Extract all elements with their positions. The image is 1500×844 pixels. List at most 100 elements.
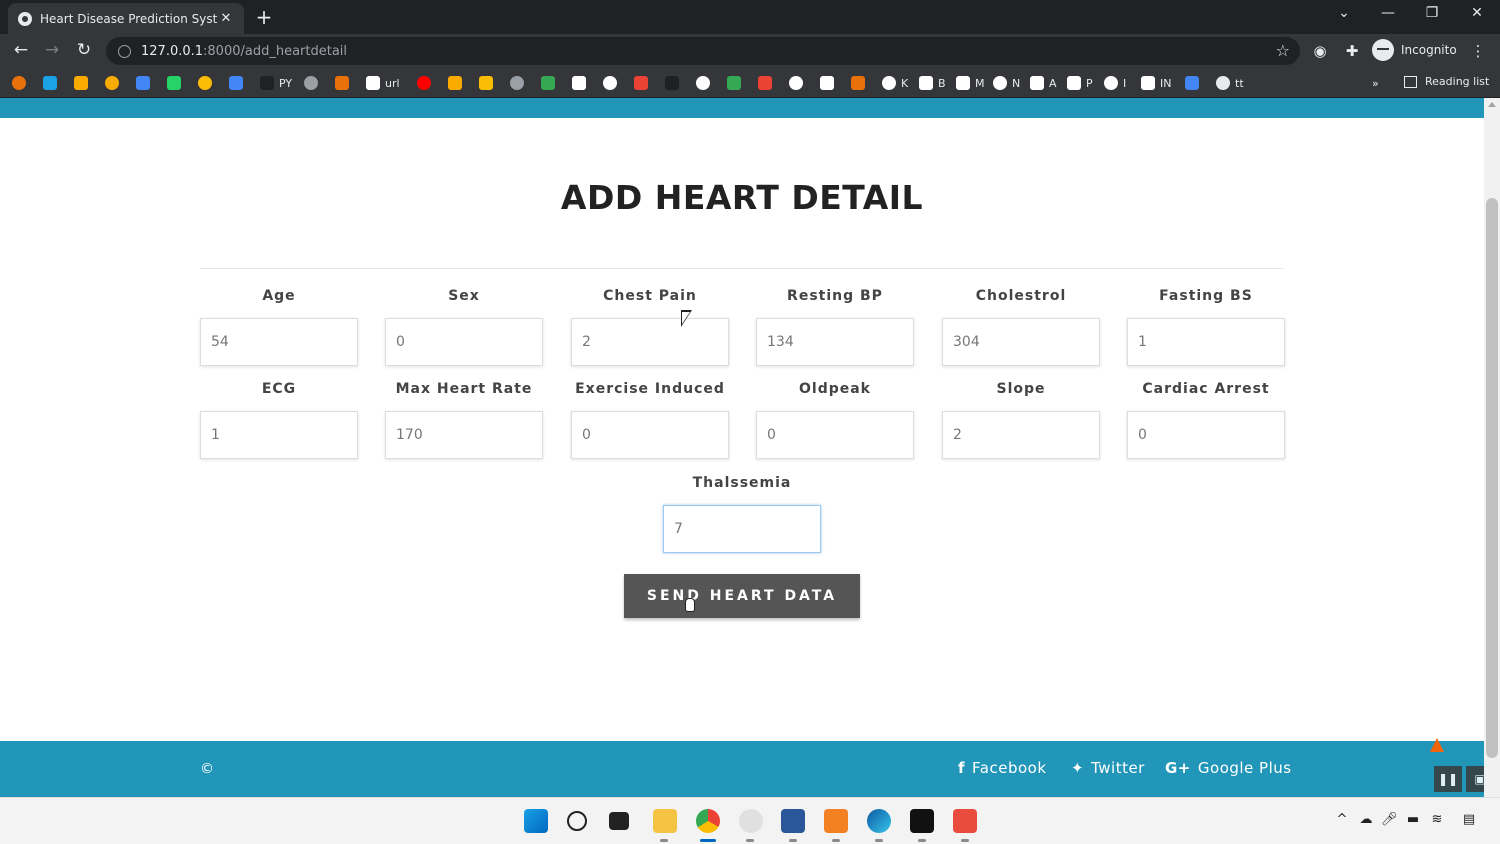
pause-icon[interactable]: ❚❚	[1434, 766, 1462, 792]
tab-search-icon[interactable]: ⌄	[1331, 5, 1357, 21]
bookmark-item[interactable]	[417, 75, 436, 91]
bookmark-item[interactable]	[758, 75, 777, 91]
bookmark-item[interactable]	[510, 75, 529, 91]
bookmark-item[interactable]: IN	[1141, 75, 1171, 91]
send-heart-data-button[interactable]: SEND HEART DATA	[624, 574, 860, 618]
exercise-induced-input[interactable]	[571, 411, 729, 459]
windows-start-icon[interactable]	[524, 809, 548, 833]
google-plus-link[interactable]: G+ Google Plus	[1165, 759, 1292, 777]
bookmark-label: N	[1012, 76, 1021, 90]
forward-icon[interactable]: →	[41, 40, 63, 60]
bookmark-item[interactable]	[167, 75, 186, 91]
restore-icon[interactable]: ❐	[1419, 5, 1445, 21]
bookmark-item[interactable]	[105, 75, 124, 91]
bookmark-item[interactable]	[634, 75, 653, 91]
bookmark-item[interactable]	[541, 75, 560, 91]
slides-app-icon[interactable]	[953, 809, 977, 833]
ecg-input[interactable]	[200, 411, 358, 459]
close-window-icon[interactable]: ✕	[1464, 5, 1490, 21]
bookmark-item[interactable]: K	[882, 75, 908, 91]
bookmark-item[interactable]: M	[956, 75, 985, 91]
incognito-extension-icon[interactable]: ◉	[1310, 42, 1330, 60]
scroll-to-top-arrow-icon[interactable]	[1430, 738, 1444, 752]
sublime-text-icon[interactable]	[824, 809, 848, 833]
bookmark-item[interactable]	[789, 75, 808, 91]
bookmark-item[interactable]	[820, 75, 839, 91]
file-explorer-icon[interactable]	[653, 809, 677, 833]
scroll-thumb[interactable]	[1486, 198, 1498, 758]
twitter-link[interactable]: ✦ Twitter	[1071, 759, 1145, 777]
oldpeak-input[interactable]	[756, 411, 914, 459]
show-hidden-icons-chevron-icon[interactable]: ^	[1334, 812, 1350, 827]
bookmark-item[interactable]: url	[366, 75, 400, 91]
cholestrol-input[interactable]	[942, 318, 1100, 366]
wifi-icon[interactable]: ≋	[1429, 812, 1445, 827]
scroll-up-arrow-icon[interactable]	[1488, 102, 1496, 107]
bookmark-item[interactable]	[696, 75, 715, 91]
bookmark-item[interactable]	[43, 75, 62, 91]
reload-icon[interactable]: ↻	[73, 40, 95, 60]
bookmark-item[interactable]: B	[919, 75, 946, 91]
bookmark-item[interactable]	[304, 75, 323, 91]
google-plus-label: Google Plus	[1197, 759, 1292, 777]
bookmark-item[interactable]: tt	[1216, 75, 1244, 91]
resting-bp-input[interactable]	[756, 318, 914, 366]
address-bar[interactable]: 127.0.0.1 :8000/add_heartdetail ☆	[106, 37, 1300, 65]
sex-input[interactable]	[385, 318, 543, 366]
bookmark-star-icon[interactable]: ☆	[1276, 41, 1290, 60]
slope-input[interactable]	[942, 411, 1100, 459]
max-heart-rate-input[interactable]	[385, 411, 543, 459]
bookmark-item[interactable]	[335, 75, 354, 91]
more-bookmarks-button[interactable]: »	[1372, 75, 1379, 91]
bookmark-item[interactable]: A	[1030, 75, 1057, 91]
minimize-icon[interactable]: —	[1375, 5, 1401, 21]
notifications-icon[interactable]: ▤	[1461, 812, 1477, 827]
profile-button[interactable]: Incognito	[1372, 39, 1457, 61]
bookmark-item[interactable]: P	[1067, 75, 1093, 91]
bookmark-item[interactable]	[74, 75, 93, 91]
age-input[interactable]	[200, 318, 358, 366]
bookmark-item[interactable]	[727, 75, 746, 91]
new-tab-button[interactable]: +	[254, 5, 274, 29]
back-icon[interactable]: ←	[10, 40, 32, 60]
edge-icon[interactable]	[867, 809, 891, 833]
menu-kebab-icon[interactable]: ⋮	[1468, 42, 1488, 60]
bookmark-item[interactable]	[12, 75, 31, 91]
thalssemia-input[interactable]	[663, 505, 821, 553]
page-scrollbar[interactable]	[1484, 98, 1500, 797]
bookmark-favicon-icon	[541, 76, 555, 90]
app-icon[interactable]	[739, 809, 763, 833]
extensions-puzzle-icon[interactable]: ✚	[1342, 42, 1362, 60]
bookmark-item[interactable]	[665, 75, 684, 91]
facebook-link[interactable]: f Facebook	[958, 759, 1047, 777]
browser-tab[interactable]: Heart Disease Prediction System ✕	[8, 3, 244, 34]
battery-icon[interactable]: ▬	[1405, 812, 1421, 827]
bookmark-item[interactable]	[851, 75, 870, 91]
bookmark-item[interactable]	[198, 75, 217, 91]
site-info-icon[interactable]	[118, 44, 131, 58]
ecg-label: ECG	[261, 381, 297, 397]
microphone-icon[interactable]: 🎤︎	[1381, 812, 1398, 827]
bookmark-item[interactable]: PY	[260, 75, 292, 91]
cardiac-arrest-input[interactable]	[1127, 411, 1285, 459]
search-icon[interactable]	[567, 811, 587, 831]
picture-in-picture-icon[interactable]: ▣	[1466, 766, 1484, 792]
reading-list-button[interactable]: Reading list	[1404, 75, 1489, 88]
terminal-icon[interactable]	[910, 809, 934, 833]
bookmark-item[interactable]	[572, 75, 591, 91]
chest-pain-input[interactable]	[571, 318, 729, 366]
chrome-icon[interactable]	[696, 809, 720, 833]
bookmark-item[interactable]	[229, 75, 248, 91]
word-icon[interactable]	[781, 809, 805, 833]
fasting-bs-input[interactable]	[1127, 318, 1285, 366]
bookmark-item[interactable]	[479, 75, 498, 91]
bookmark-item[interactable]	[448, 75, 467, 91]
bookmark-item[interactable]: N	[993, 75, 1020, 91]
bookmark-item[interactable]: I	[1104, 75, 1126, 91]
bookmark-item[interactable]	[603, 75, 622, 91]
task-view-icon[interactable]	[609, 812, 629, 830]
cloud-icon[interactable]: ☁	[1358, 812, 1374, 827]
tab-close-icon[interactable]: ✕	[218, 11, 234, 26]
bookmark-item[interactable]	[136, 75, 155, 91]
bookmark-item[interactable]	[1185, 75, 1204, 91]
